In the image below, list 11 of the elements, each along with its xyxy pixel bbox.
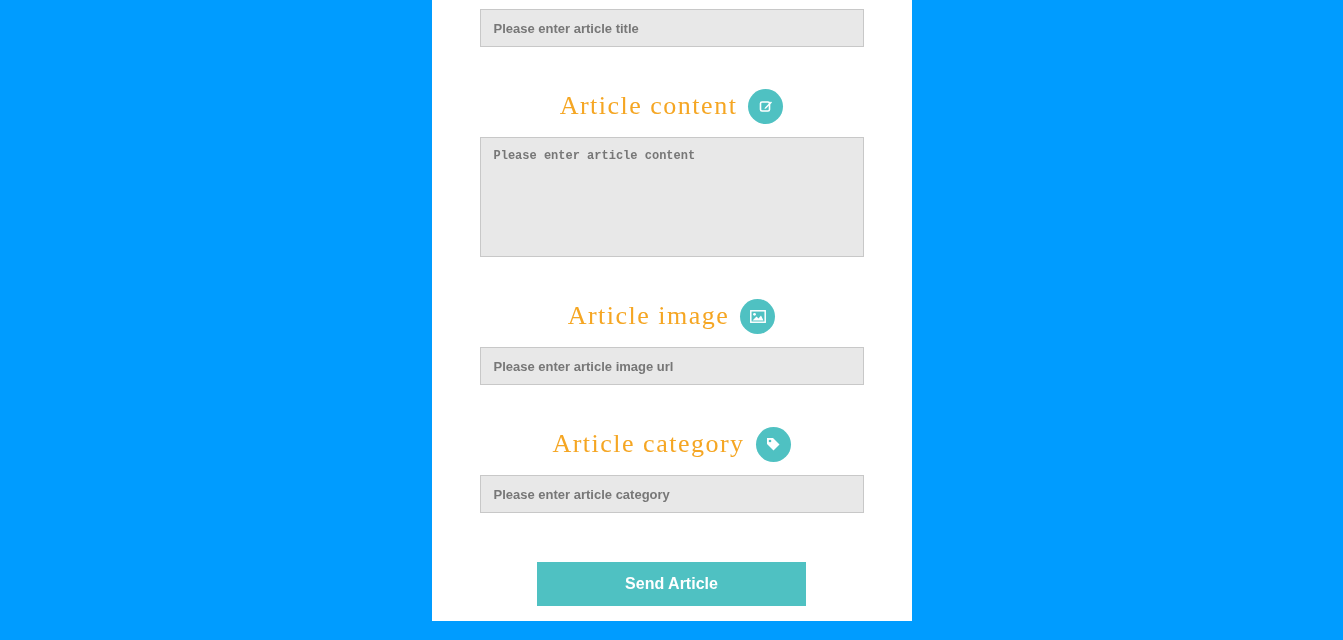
input-field[interactable]: Please enter article title	[479, 9, 864, 47]
section-heading: Article image	[567, 301, 730, 331]
image-icon	[749, 309, 766, 323]
section-heading: Article category	[552, 429, 745, 459]
content-textarea[interactable]: Please enter article content	[479, 137, 864, 257]
input-field[interactable]: Please enter article image url	[479, 347, 864, 385]
input-field[interactable]: Please enter article category	[479, 475, 864, 513]
section-heading: Article content	[559, 91, 738, 121]
tag-icon	[766, 437, 781, 451]
edit-icon	[758, 99, 773, 113]
send-button[interactable]: Send Article	[537, 562, 806, 606]
